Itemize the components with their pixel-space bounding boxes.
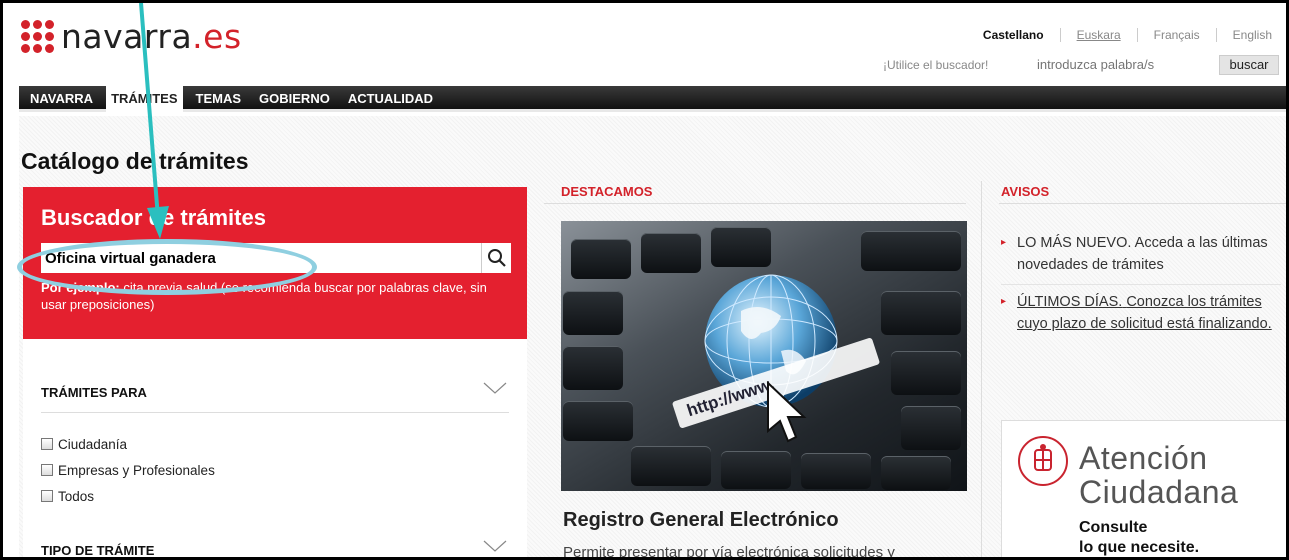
nav-navarra[interactable]: NAVARRA	[25, 86, 98, 112]
lang-frances[interactable]: Français	[1154, 28, 1200, 42]
site-search-button[interactable]: buscar	[1219, 55, 1279, 75]
aviso-ultimos-dias[interactable]: ▸ ÚLTIMOS DÍAS. Conozca los trámites cuy…	[1001, 291, 1281, 335]
site-search-input[interactable]	[1037, 55, 1215, 73]
avisos-heading: AVISOS	[1001, 184, 1050, 199]
filter-tramites-para[interactable]: TRÁMITES PARA	[41, 382, 509, 413]
filter-tipo-tramite[interactable]: TIPO DE TRÁMITE	[41, 540, 509, 557]
lang-euskara[interactable]: Euskara	[1077, 28, 1121, 42]
screenshot-frame: navarra.es Castellano Euskara Français E…	[0, 0, 1289, 560]
lang-english[interactable]: English	[1233, 28, 1272, 42]
filters-panel: TRÁMITES PARA Ciudadanía Empresas y Prof…	[23, 339, 527, 557]
option-empresas[interactable]: Empresas y Profesionales	[41, 457, 215, 483]
tramites-para-options: Ciudadanía Empresas y Profesionales Todo…	[41, 431, 215, 509]
divider	[544, 203, 966, 204]
logo-dots-icon	[21, 20, 54, 53]
chevron-down-icon	[483, 540, 507, 552]
nav-gobierno[interactable]: GOBIERNO	[254, 86, 335, 112]
divider	[1001, 284, 1281, 285]
registro-title[interactable]: Registro General Electrónico	[563, 509, 839, 532]
annotation-ellipse	[17, 239, 317, 295]
destacamos-heading: DESTACAMOS	[561, 184, 653, 199]
search-icon[interactable]	[481, 243, 511, 273]
registro-description: Permite presentar por vía electrónica so…	[563, 544, 895, 560]
checkbox[interactable]	[41, 438, 53, 450]
option-ciudadania[interactable]: Ciudadanía	[41, 431, 215, 457]
bullet-arrow-icon: ▸	[1001, 237, 1007, 248]
language-selector: Castellano Euskara Français English	[967, 28, 1272, 42]
lang-castellano[interactable]: Castellano	[983, 28, 1044, 42]
bullet-arrow-icon: ▸	[1001, 296, 1007, 307]
cursor-icon	[767, 381, 807, 443]
destacamos-image[interactable]: http://www.	[561, 221, 967, 491]
checkbox[interactable]	[41, 490, 53, 502]
checkbox[interactable]	[41, 464, 53, 476]
main-nav: NAVARRA TRÁMITES TEMAS GOBIERNO ACTUALIDAD	[19, 86, 1286, 112]
column-divider	[981, 181, 982, 557]
annotation-arrow-icon	[139, 3, 169, 239]
search-panel-title: Buscador de trámites	[41, 205, 266, 230]
search-hint: ¡Utilice el buscador!	[883, 58, 989, 72]
atencion-subtitle: Consulte lo que necesite.	[1079, 519, 1200, 556]
aviso-lo-mas-nuevo[interactable]: ▸ LO MÁS NUEVO. Acceda a las últimas nov…	[1001, 232, 1281, 276]
divider	[999, 203, 1286, 204]
chevron-down-icon	[483, 382, 507, 394]
navarra-shield-icon	[1018, 436, 1068, 486]
option-todos[interactable]: Todos	[41, 483, 215, 509]
atencion-title: Atención Ciudadana	[1079, 440, 1239, 510]
nav-temas[interactable]: TEMAS	[191, 86, 247, 112]
nav-actualidad[interactable]: ACTUALIDAD	[343, 86, 438, 112]
